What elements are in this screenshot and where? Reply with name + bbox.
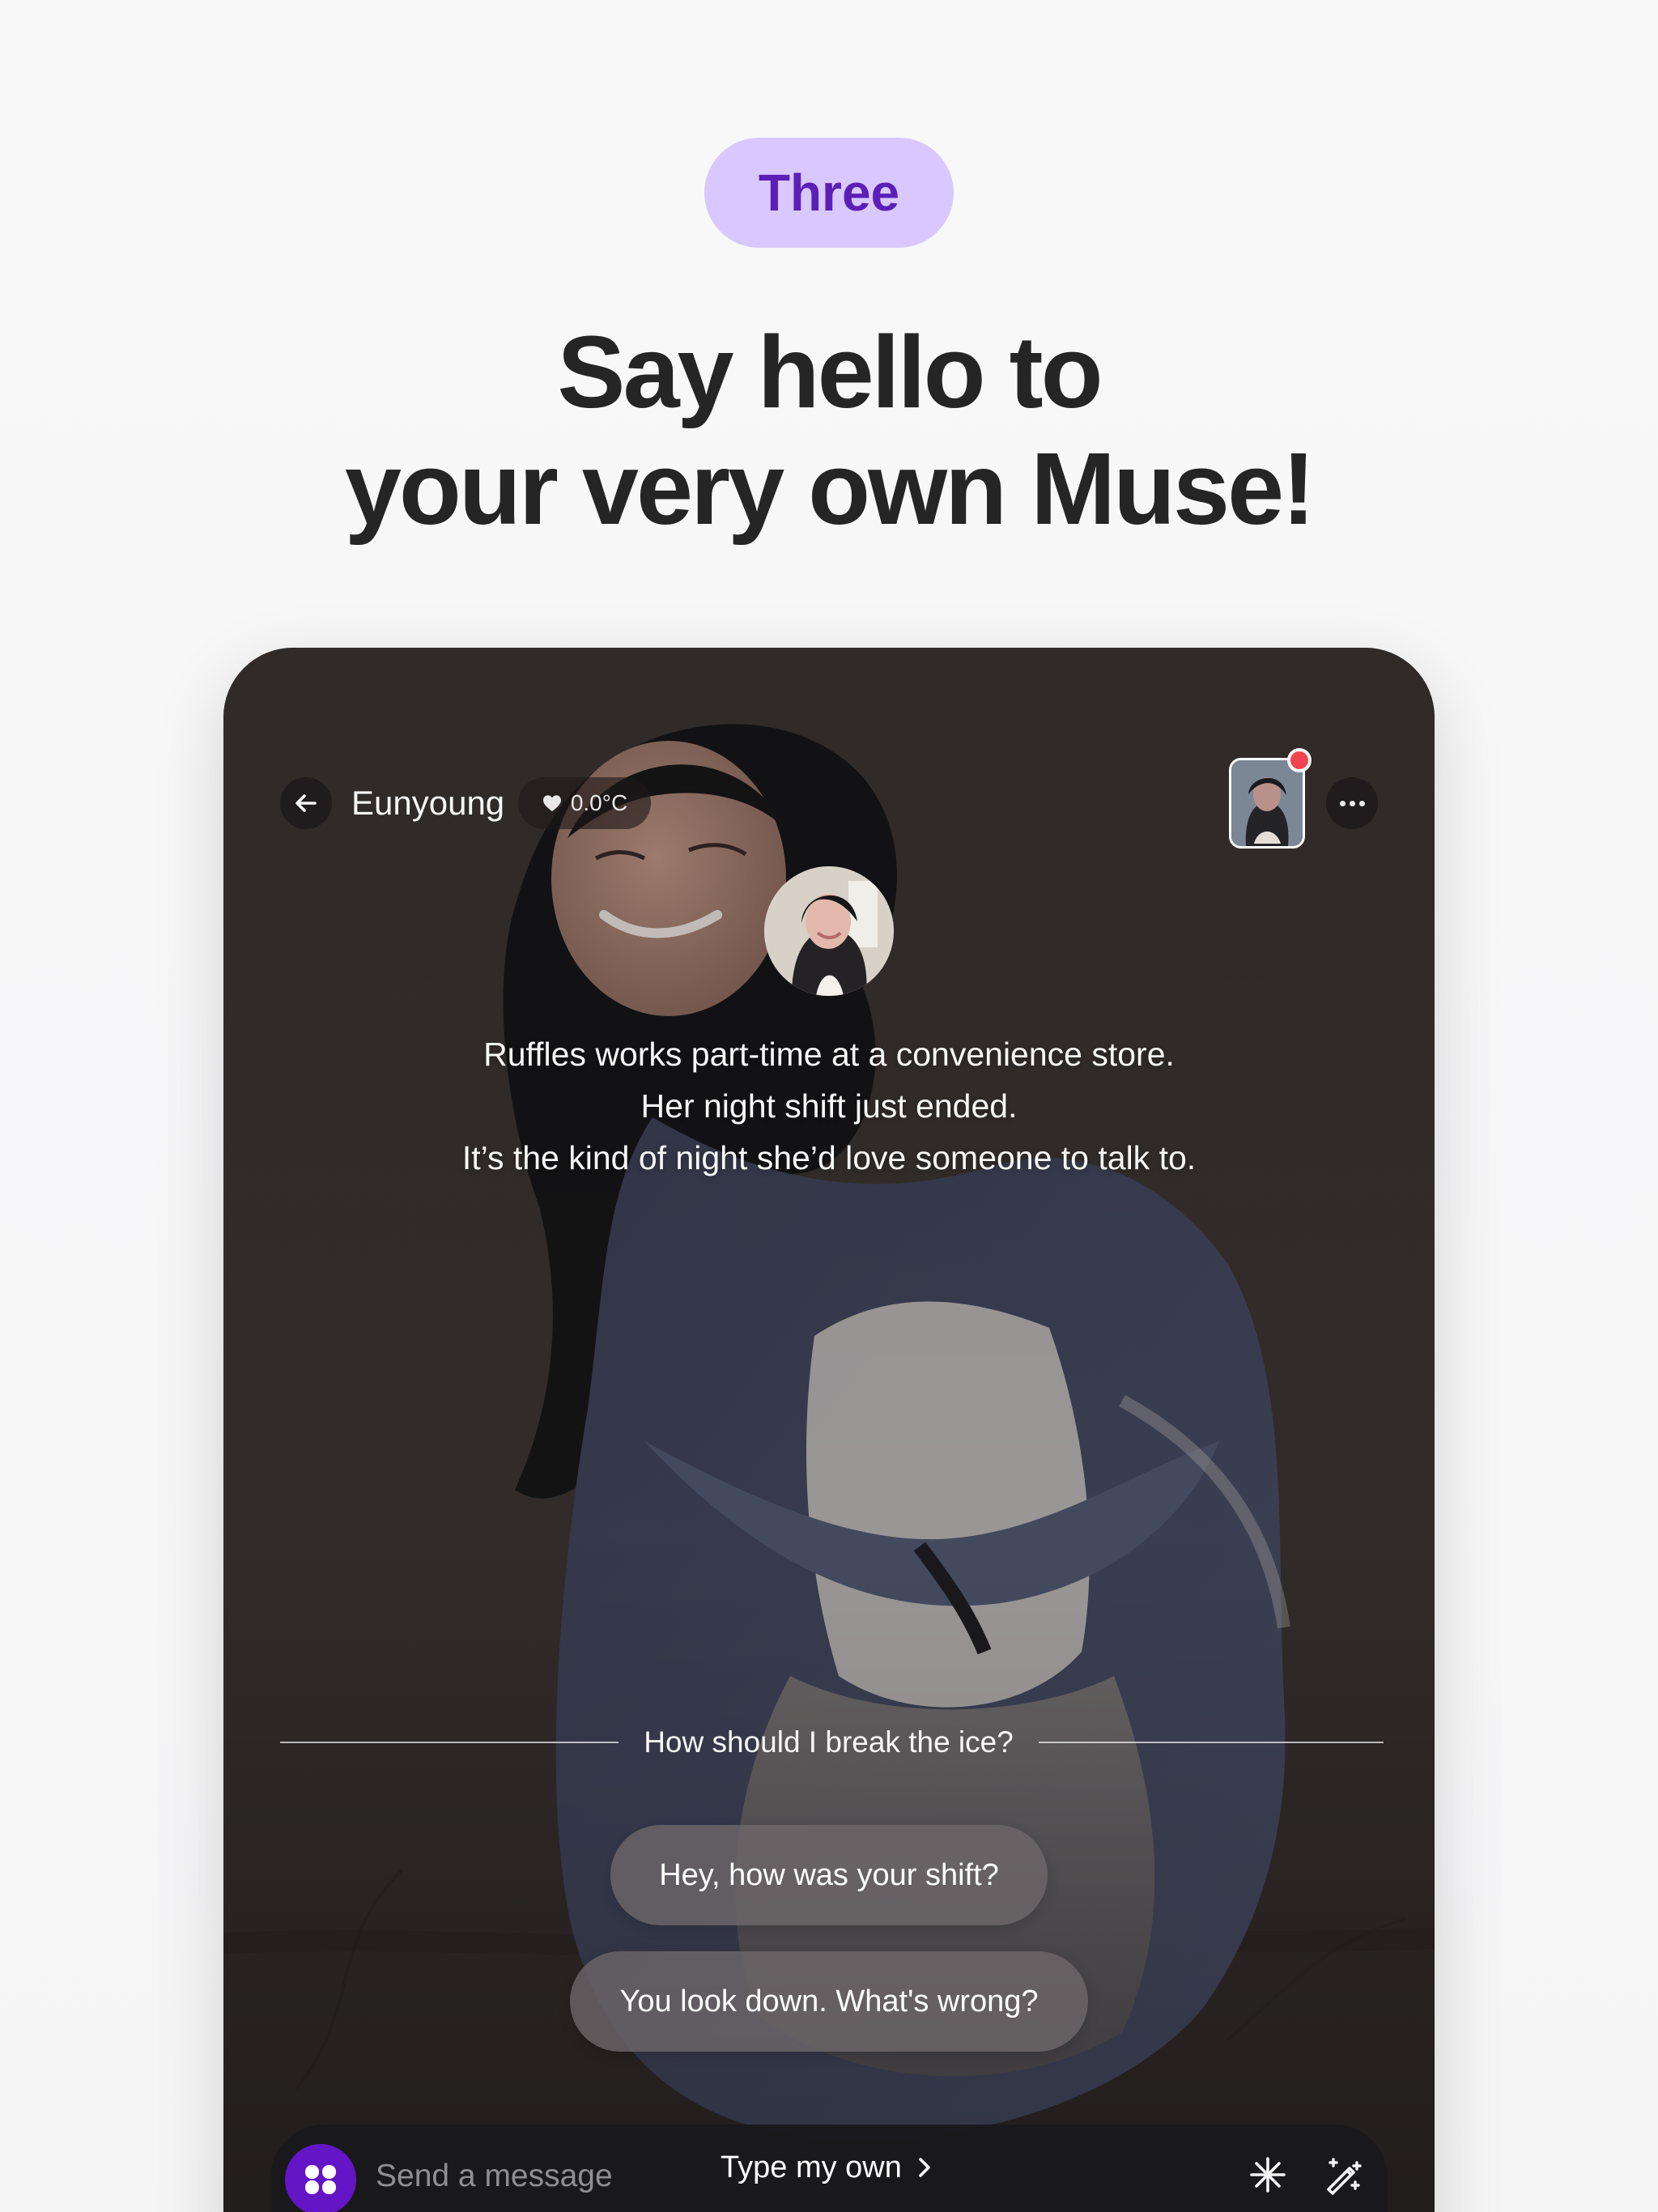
message-composer: Type my own (270, 2125, 1388, 2212)
scenario-intro: Ruffles works part-time at a convenience… (353, 1028, 1305, 1184)
intro-line-1: Ruffles works part-time at a convenience… (483, 1036, 1175, 1073)
magic-wand-icon (1327, 2158, 1362, 2195)
more-options-button[interactable] (1326, 777, 1378, 829)
temperature-value: 0.0°C (570, 790, 628, 815)
chevron-right-icon (919, 2158, 930, 2177)
suggestion-button[interactable]: Hey, how was your shift? (610, 1825, 1048, 1925)
onboarding-screen: Three Say hello to your very own Muse! E… (0, 0, 1658, 2212)
sparkle-icon (1250, 2157, 1286, 2193)
spark-button[interactable] (1242, 2149, 1294, 2201)
affection-temperature-badge: 0.0°C (518, 777, 651, 829)
notification-dot (1287, 748, 1312, 772)
back-button[interactable] (280, 777, 332, 829)
character-avatar (764, 866, 894, 996)
prompt-divider-left (280, 1742, 619, 1743)
avatar-portrait (764, 866, 894, 996)
chat-preview-device: Eunyoung 0.0°C Ruffles works part-time a… (223, 648, 1435, 2212)
character-gallery-thumbnail[interactable] (1229, 758, 1305, 849)
more-horizontal-icon (1339, 800, 1365, 806)
thumbnail-portrait (1231, 760, 1303, 846)
app-logo-icon[interactable] (285, 2144, 356, 2212)
type-my-own-button[interactable]: Type my own (721, 2142, 934, 2193)
intro-line-3: It’s the kind of night she’d love someon… (461, 1139, 1197, 1176)
suggestion-button[interactable]: You look down. What's wrong? (570, 1951, 1088, 2052)
logo-mark (305, 2165, 336, 2194)
headline-line-1: Say hello to (557, 315, 1103, 429)
arrow-left-icon (295, 794, 317, 812)
prompt-divider-right (1039, 1742, 1384, 1743)
icebreaker-prompt: How should I break the ice? (644, 1725, 1014, 1759)
message-input[interactable] (374, 2147, 693, 2206)
headline-line-2: your very own Muse! (344, 432, 1316, 546)
intro-line-2: Her night shift just ended. (640, 1087, 1018, 1125)
character-name[interactable]: Eunyoung (351, 777, 504, 829)
page-title: Say hello to your very own Muse! (0, 314, 1658, 547)
step-badge: Three (704, 138, 954, 248)
magic-button[interactable] (1313, 2147, 1370, 2204)
heart-icon (542, 795, 561, 811)
type-my-own-label: Type my own (721, 2150, 902, 2184)
